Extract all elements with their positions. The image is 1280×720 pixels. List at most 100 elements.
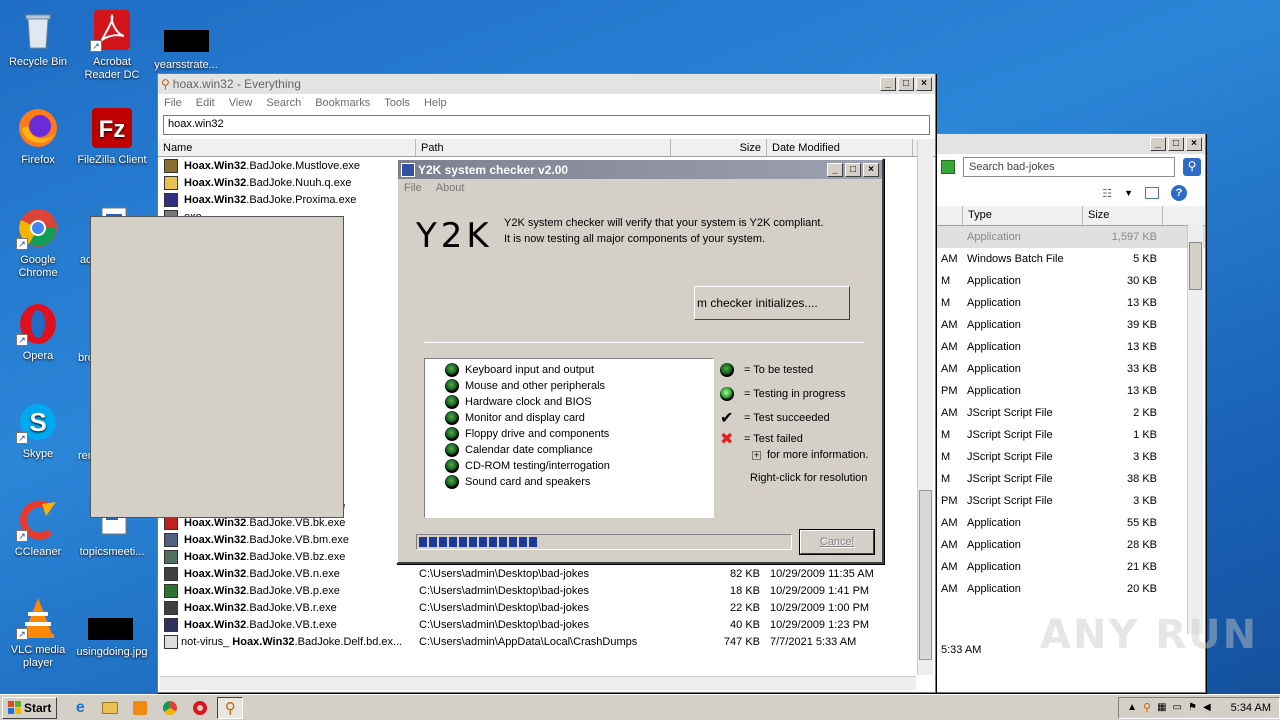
minimize-button[interactable]: _: [880, 77, 896, 91]
everything-titlebar[interactable]: ⚲ hoax.win32 - Everything _ □ ×: [158, 74, 935, 94]
column-date-modified[interactable]: Date Modified: [767, 139, 913, 156]
taskbar-explorer-icon[interactable]: [97, 697, 123, 719]
table-row[interactable]: AM JScript Script File 2 KB: [937, 402, 1205, 424]
desktop-icon-chrome[interactable]: ↗ Google Chrome: [0, 206, 76, 280]
table-row[interactable]: Hoax.Win32 .BadJoke.VB.n.exe C:\Users\admi…: [158, 565, 935, 582]
close-button[interactable]: ×: [1186, 137, 1202, 151]
taskbar-opera-icon[interactable]: [187, 697, 213, 719]
chevron-down-icon[interactable]: ▼: [1124, 188, 1133, 198]
minimize-button[interactable]: _: [1150, 137, 1166, 151]
close-button[interactable]: ×: [863, 162, 879, 177]
preview-pane-icon[interactable]: [1145, 187, 1159, 199]
check-item[interactable]: Mouse and other peripherals: [445, 378, 713, 394]
taskbar-clock[interactable]: 5:34 AM: [1231, 702, 1271, 714]
table-row[interactable]: not-virus_ Hoax.Win32 .BadJoke.Delf.bd.ex.…: [158, 633, 935, 650]
tray-display-icon[interactable]: ▭: [1173, 702, 1182, 713]
menu-help[interactable]: Help: [424, 97, 447, 109]
everything-hscrollbar[interactable]: [160, 676, 916, 690]
explorer-scrollbar[interactable]: [1187, 224, 1203, 634]
table-row[interactable]: AM Application 21 KB: [937, 556, 1205, 578]
check-item[interactable]: Calendar date compliance: [445, 442, 713, 458]
menu-view[interactable]: View: [229, 97, 253, 109]
y2k-checker-window[interactable]: Y2K system checker v2.00 _ □ × File Abou…: [396, 158, 884, 564]
close-button[interactable]: ×: [916, 77, 932, 91]
column-size[interactable]: Size: [671, 139, 767, 156]
menu-tools[interactable]: Tools: [384, 97, 410, 109]
desktop-icon-ccleaner[interactable]: ↗ CCleaner: [0, 498, 76, 559]
check-item[interactable]: Monitor and display card: [445, 410, 713, 426]
table-row[interactable]: M Application 13 KB: [937, 292, 1205, 314]
column-name[interactable]: Name: [158, 139, 416, 156]
menu-about[interactable]: About: [436, 182, 465, 194]
table-row[interactable]: M JScript Script File 3 KB: [937, 446, 1205, 468]
desktop-icon-firefox[interactable]: Firefox: [0, 106, 76, 167]
cancel-button[interactable]: Cancel: [800, 530, 874, 554]
taskbar-chrome-icon[interactable]: [157, 697, 183, 719]
table-row[interactable]: AM Application 20 KB: [937, 578, 1205, 600]
explorer-titlebar[interactable]: _ □ ×: [937, 134, 1205, 154]
y2k-titlebar[interactable]: Y2K system checker v2.00 _ □ ×: [398, 160, 882, 179]
view-options-icon[interactable]: ☷: [1102, 187, 1112, 200]
taskbar-ie-icon[interactable]: e: [67, 697, 93, 719]
table-row[interactable]: AM Application 33 KB: [937, 358, 1205, 380]
taskbar-everything-icon[interactable]: ⚲: [217, 696, 244, 719]
desktop-icon-vlc[interactable]: ↗ VLC media player: [0, 596, 76, 670]
minimize-button[interactable]: _: [827, 162, 843, 177]
everything-vscrollbar[interactable]: [917, 140, 933, 675]
desktop-icon-yearsstrate[interactable]: yearsstrate...: [148, 59, 224, 72]
table-row[interactable]: AM Application 13 KB: [937, 336, 1205, 358]
desktop-icon-filezilla[interactable]: Fz FileZilla Client: [74, 106, 150, 167]
table-row[interactable]: M Application 30 KB: [937, 270, 1205, 292]
menu-bookmarks[interactable]: Bookmarks: [315, 97, 370, 109]
desktop-icon-usingdoing[interactable]: usingdoing.jpg: [74, 646, 150, 659]
scrollbar-thumb[interactable]: [1189, 242, 1202, 290]
explorer-window[interactable]: _ □ × Search bad-jokes ⚲ ☷ ▼ ? Type Size…: [936, 133, 1206, 693]
column-path[interactable]: Path: [416, 139, 671, 156]
help-icon[interactable]: ?: [1171, 185, 1187, 201]
desktop-icon-recycle-bin[interactable]: Recycle Bin: [0, 8, 76, 69]
menu-edit[interactable]: Edit: [196, 97, 215, 109]
scrollbar-thumb[interactable]: [919, 490, 932, 660]
table-row[interactable]: Hoax.Win32 .BadJoke.VB.p.exe C:\Users\admi…: [158, 582, 935, 599]
maximize-button[interactable]: □: [898, 77, 914, 91]
table-row[interactable]: PM Application 13 KB: [937, 380, 1205, 402]
taskbar-media-player-icon[interactable]: [127, 697, 153, 719]
column-size[interactable]: Size: [1083, 206, 1163, 225]
check-item[interactable]: Sound card and speakers: [445, 474, 713, 490]
table-row[interactable]: Hoax.Win32 .BadJoke.VB.t.exe C:\Users\admi…: [158, 616, 935, 633]
menu-file[interactable]: File: [404, 182, 422, 194]
table-row[interactable]: AM Application 39 KB: [937, 314, 1205, 336]
tray-network-icon[interactable]: ▦: [1157, 702, 1166, 713]
search-icon[interactable]: ⚲: [1183, 158, 1201, 176]
desktop-icon-skype[interactable]: S ↗ Skype: [0, 400, 76, 461]
table-row[interactable]: M JScript Script File 1 KB: [937, 424, 1205, 446]
check-item[interactable]: CD-ROM testing/interrogation: [445, 458, 713, 474]
table-row[interactable]: M JScript Script File 38 KB: [937, 468, 1205, 490]
refresh-icon[interactable]: [941, 160, 955, 174]
desktop-icon-opera[interactable]: ↗ Opera: [0, 302, 76, 363]
maximize-button[interactable]: □: [1168, 137, 1184, 151]
table-row[interactable]: PM JScript Script File 3 KB: [937, 490, 1205, 512]
check-item[interactable]: Hardware clock and BIOS: [445, 394, 713, 410]
maximize-button[interactable]: □: [845, 162, 861, 177]
everything-search-input[interactable]: hoax.win32: [163, 115, 930, 135]
menu-file[interactable]: File: [164, 97, 182, 109]
table-row[interactable]: AM Application 28 KB: [937, 534, 1205, 556]
check-item[interactable]: Keyboard input and output: [445, 362, 713, 378]
show-hidden-icons-icon[interactable]: ▲: [1127, 702, 1137, 713]
table-row[interactable]: Hoax.Win32 .BadJoke.VB.r.exe C:\Users\admi…: [158, 599, 935, 616]
y2k-status-button[interactable]: m checker initializes....: [694, 286, 850, 320]
start-button[interactable]: Start: [2, 696, 58, 719]
table-row[interactable]: Application 1,597 KB: [937, 226, 1205, 248]
check-item[interactable]: Floppy drive and components: [445, 426, 713, 442]
table-row[interactable]: AM Application 55 KB: [937, 512, 1205, 534]
tray-volume-icon[interactable]: ◀: [1203, 702, 1211, 713]
table-row[interactable]: AM Windows Batch File 5 KB: [937, 248, 1205, 270]
column-type[interactable]: Type: [963, 206, 1083, 225]
explorer-search-input[interactable]: Search bad-jokes: [963, 157, 1175, 177]
tray-flag-icon[interactable]: ⚑: [1188, 702, 1197, 713]
menu-search[interactable]: Search: [266, 97, 301, 109]
desktop-icon-acrobat[interactable]: ↗ Acrobat Reader DC: [74, 8, 150, 82]
type-cell: Application: [967, 539, 1021, 551]
tray-everything-icon[interactable]: ⚲: [1143, 701, 1151, 714]
